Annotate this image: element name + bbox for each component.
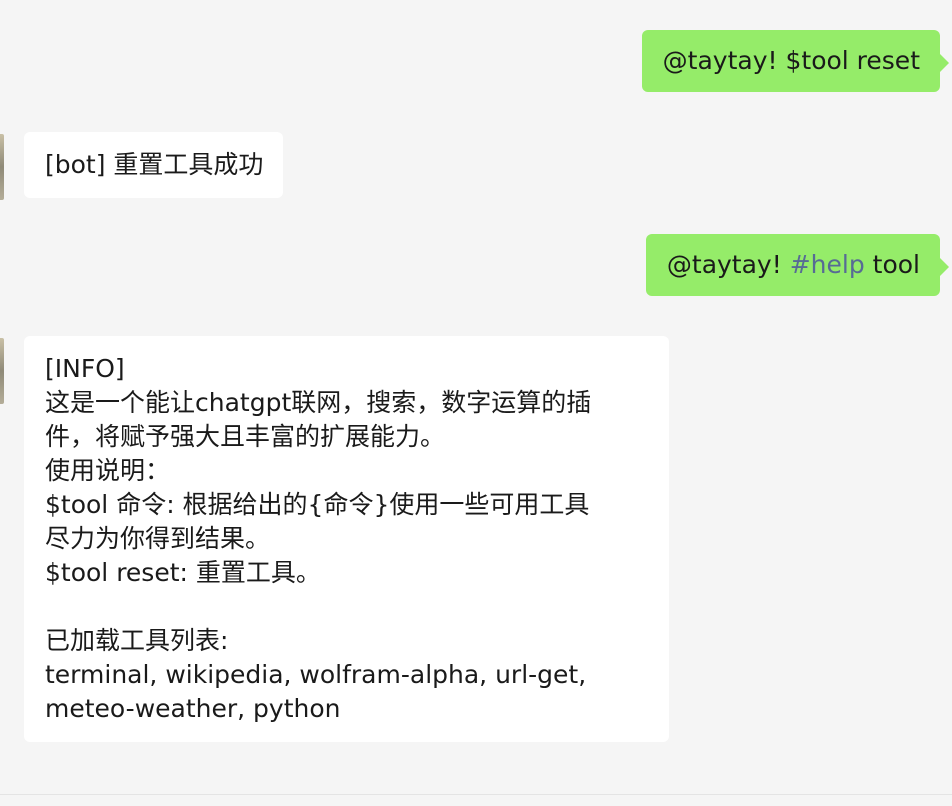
sent-message-bubble[interactable]: @taytay! #help tool (645, 234, 950, 296)
mention-separator: ! (771, 250, 790, 279)
info-line: 尽力为你得到结果。 (45, 524, 271, 553)
mention[interactable]: @taytay (667, 250, 772, 279)
avatar[interactable] (0, 338, 4, 404)
info-line: terminal, wikipedia, wolfram-alpha, url-… (45, 660, 587, 689)
message-text: tool (864, 250, 920, 279)
message-text: $tool reset (785, 46, 920, 75)
info-line: 这是一个能让chatgpt联网，搜索，数字运算的插 (45, 388, 592, 417)
mention-separator: ! (767, 46, 786, 75)
mention[interactable]: @taytay (663, 46, 768, 75)
divider (0, 794, 952, 795)
message-text: [bot] 重置工具成功 (45, 150, 264, 179)
info-line: 件，将赋予强大且丰富的扩展能力。 (45, 422, 446, 451)
info-line: 使用说明： (45, 456, 171, 485)
info-line: $tool reset: 重置工具。 (45, 558, 321, 587)
hashtag-link[interactable]: #help (790, 250, 865, 279)
info-line: meteo-weather, python (45, 694, 341, 723)
info-blank-line (45, 590, 649, 624)
sent-message-bubble[interactable]: @taytay! $tool reset (641, 30, 950, 92)
chat-window: @taytay! $tool reset [bot] 重置工具成功 @tayta… (0, 0, 952, 806)
received-message-bubble[interactable]: [bot] 重置工具成功 (24, 132, 284, 198)
received-info-bubble[interactable]: [INFO] 这是一个能让chatgpt联网，搜索，数字运算的插 件，将赋予强大… (24, 336, 669, 742)
info-line: $tool 命令: 根据给出的{命令}使用一些可用工具 (45, 490, 590, 519)
info-line: 已加载工具列表: (45, 626, 229, 655)
info-line: [INFO] (45, 354, 125, 383)
avatar[interactable] (0, 134, 4, 200)
